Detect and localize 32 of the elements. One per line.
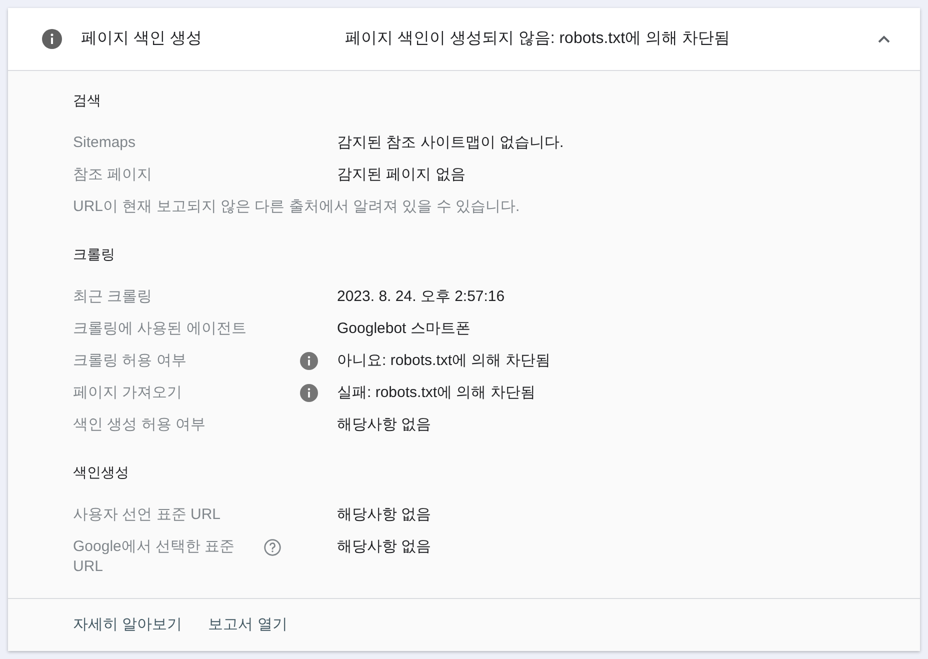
section-heading: 색인생성 <box>73 462 129 482</box>
row-label: 최근 크롤링 <box>73 287 152 307</box>
row-value: Googlebot 스마트폰 <box>337 319 470 339</box>
help-icon[interactable] <box>264 539 281 556</box>
footer-link[interactable]: 자세히 알아보기 <box>65 608 190 642</box>
row-label: 페이지 가져오기 <box>73 383 182 403</box>
row-value: 아니요: robots.txt에 의해 차단됨 <box>337 351 550 371</box>
panel-title: 페이지 색인 생성 <box>81 29 203 49</box>
info-icon <box>300 352 318 370</box>
row-value: 해당사항 없음 <box>337 505 432 525</box>
section-heading: 크롤링 <box>73 244 115 264</box>
section-heading: 검색 <box>73 90 101 110</box>
info-icon <box>300 384 318 402</box>
row-value: 감지된 참조 사이트맵이 없습니다. <box>337 133 564 153</box>
panel-status: 페이지 색인이 생성되지 않음: robots.txt에 의해 차단됨 <box>345 29 730 49</box>
footer-link[interactable]: 보고서 열기 <box>200 608 296 642</box>
row-value: 2023. 8. 24. 오후 2:57:16 <box>337 287 505 307</box>
panel-header[interactable]: 페이지 색인 생성 페이지 색인이 생성되지 않음: robots.txt에 의해 차단됨 <box>8 8 920 71</box>
row-label: 크롤링 허용 여부 <box>73 351 186 371</box>
chevron-up-icon <box>878 35 890 43</box>
row-label: Google에서 선택한 표준 URL <box>73 537 236 577</box>
info-icon <box>42 29 62 49</box>
row-label: 참조 페이지 <box>73 165 152 185</box>
row-value: 해당사항 없음 <box>337 415 432 435</box>
row-label: 크롤링에 사용된 에이전트 <box>73 319 246 339</box>
note-text: URL이 현재 보고되지 않은 다른 출처에서 알려져 있을 수 있습니다. <box>73 198 520 215</box>
row-label: 색인 생성 허용 여부 <box>73 415 206 435</box>
row-value: 실패: robots.txt에 의해 차단됨 <box>337 383 536 403</box>
row-value: 감지된 페이지 없음 <box>337 165 466 185</box>
row-value: 해당사항 없음 <box>337 537 432 557</box>
row-label: Sitemaps <box>73 133 136 153</box>
row-label: 사용자 선언 표준 URL <box>73 505 221 525</box>
